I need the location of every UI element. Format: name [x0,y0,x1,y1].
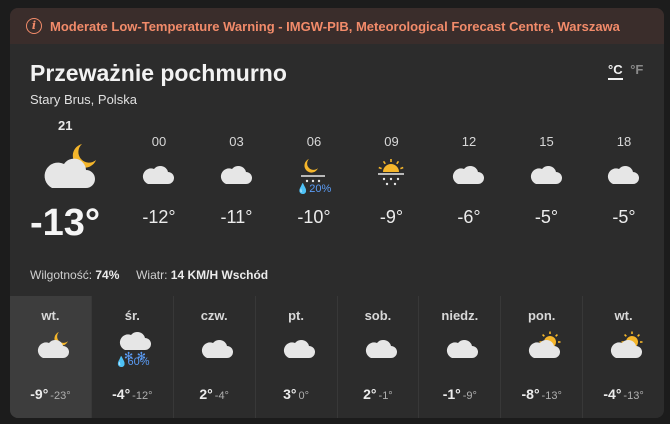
current-condition: Przeważnie pochmurno [30,60,287,86]
current-temperature: -13° [30,202,101,244]
hour-temperature: -12° [142,207,176,227]
day-tab[interactable]: pt. 3° 0° [256,296,338,418]
warning-text: Moderate Low-Temperature Warning - IMGW-… [50,18,620,34]
hour-label: 18 [616,134,632,149]
high-temperature: -9° [30,386,49,402]
hour-temperature: -11° [220,207,253,227]
day-temperatures: 2° -4° [174,386,255,404]
day-tab[interactable]: wt. -4° -13° [583,296,664,418]
day-tab[interactable]: niedz. -1° -9° [419,296,502,418]
day-temperatures: -4° -12° [92,386,173,404]
cloud-icon [446,330,480,365]
day-tab[interactable]: wt. -9° -23° [10,296,92,418]
weather-warning-banner[interactable]: i Moderate Low-Temperature Warning - IMG… [10,8,664,44]
fahrenheit-toggle[interactable]: °F [630,62,643,77]
low-temperature: -13° [623,390,644,402]
day-label: pt. [288,308,304,323]
hour-label: 00 [151,134,167,149]
info-icon: i [26,18,42,34]
hour-temperature: -5° [534,207,559,227]
humidity-label: Wilgotność: [30,268,93,282]
hour-temperature: -10° [297,207,331,227]
precip-chance: 💧60% [115,356,150,368]
celsius-toggle[interactable]: °C [608,62,623,80]
cloud-icon [283,330,317,365]
day-label: wt. [614,308,633,323]
humidity-value: 74% [95,268,120,282]
low-temperature: -23° [50,390,71,402]
wind-label: Wiatr: [136,268,168,282]
day-label: śr. [124,308,140,323]
hour-temperature: -6° [457,207,481,227]
day-temperatures: -4° -13° [583,386,664,404]
day-temperatures: -9° -23° [10,386,91,404]
current-hour: 21 [58,118,73,133]
day-temperatures: -8° -13° [501,386,582,404]
high-temperature: 2° [199,386,213,402]
cloud-icon [220,156,254,191]
wind-value: 14 KM/H Wschód [170,268,269,282]
high-temperature: 2° [363,386,377,402]
day-label: czw. [200,308,228,323]
cloud-icon [607,156,641,191]
sun-cloud-icon [610,330,644,365]
moon-cloud-icon [37,330,71,365]
day-label: niedz. [441,308,479,323]
cloud-icon [530,156,564,191]
low-temperature: -4° [214,390,229,402]
hour-label: 06 [306,134,322,149]
high-temperature: -4° [603,386,622,402]
day-tab[interactable]: pon. -8° -13° [501,296,584,418]
sun-snow-icon [375,156,409,191]
cloud-icon [452,156,486,191]
droplet-icon: 💧 [296,184,310,195]
moon-cloud-icon [40,140,100,199]
low-temperature: -12° [132,390,153,402]
hour-label: 03 [229,134,244,149]
precip-chance: 💧20% [296,183,332,195]
cloud-icon [142,156,176,191]
day-label: wt. [41,308,60,323]
cloud-icon [365,330,399,365]
low-temperature: -1° [378,390,393,402]
droplet-icon: 💧 [115,357,128,368]
unit-toggle: °C °F [608,62,643,80]
hour-label: 15 [539,134,554,149]
high-temperature: 3° [283,386,297,402]
day-tab[interactable]: czw. 2° -4° [174,296,256,418]
high-temperature: -1° [442,386,461,402]
location-name: Stary Brus, Polska [30,92,137,107]
hour-label: 12 [461,134,477,149]
day-temperatures: 3° 0° [256,386,337,404]
low-temperature: -13° [541,390,562,402]
day-temperatures: 2° -1° [338,386,419,404]
day-tab[interactable]: śr. ✻ ✻ 💧60% -4° -12° [92,296,174,418]
day-label: pon. [527,308,556,323]
high-temperature: -4° [112,386,131,402]
high-temperature: -8° [521,386,540,402]
weather-card: i Moderate Low-Temperature Warning - IMG… [10,8,664,418]
day-temperatures: -1° -9° [419,386,500,404]
low-temperature: -9° [462,390,477,402]
day-label: sob. [364,308,392,323]
hour-temperature: -9° [379,207,404,227]
cloud-icon [201,330,235,365]
low-temperature: 0° [298,390,310,402]
day-tab[interactable]: sob. 2° -1° [338,296,420,418]
sun-cloud-icon [528,330,562,365]
hour-label: 09 [384,134,399,149]
daily-forecast: wt. -9° -23° śr. ✻ ✻ 💧60% -4° -12° czw. 2° -4° pt. 3… [10,296,664,418]
hour-temperature: -5° [612,207,636,227]
current-details: Wilgotność: 74% Wiatr: 14 KM/H Wschód [30,268,268,282]
